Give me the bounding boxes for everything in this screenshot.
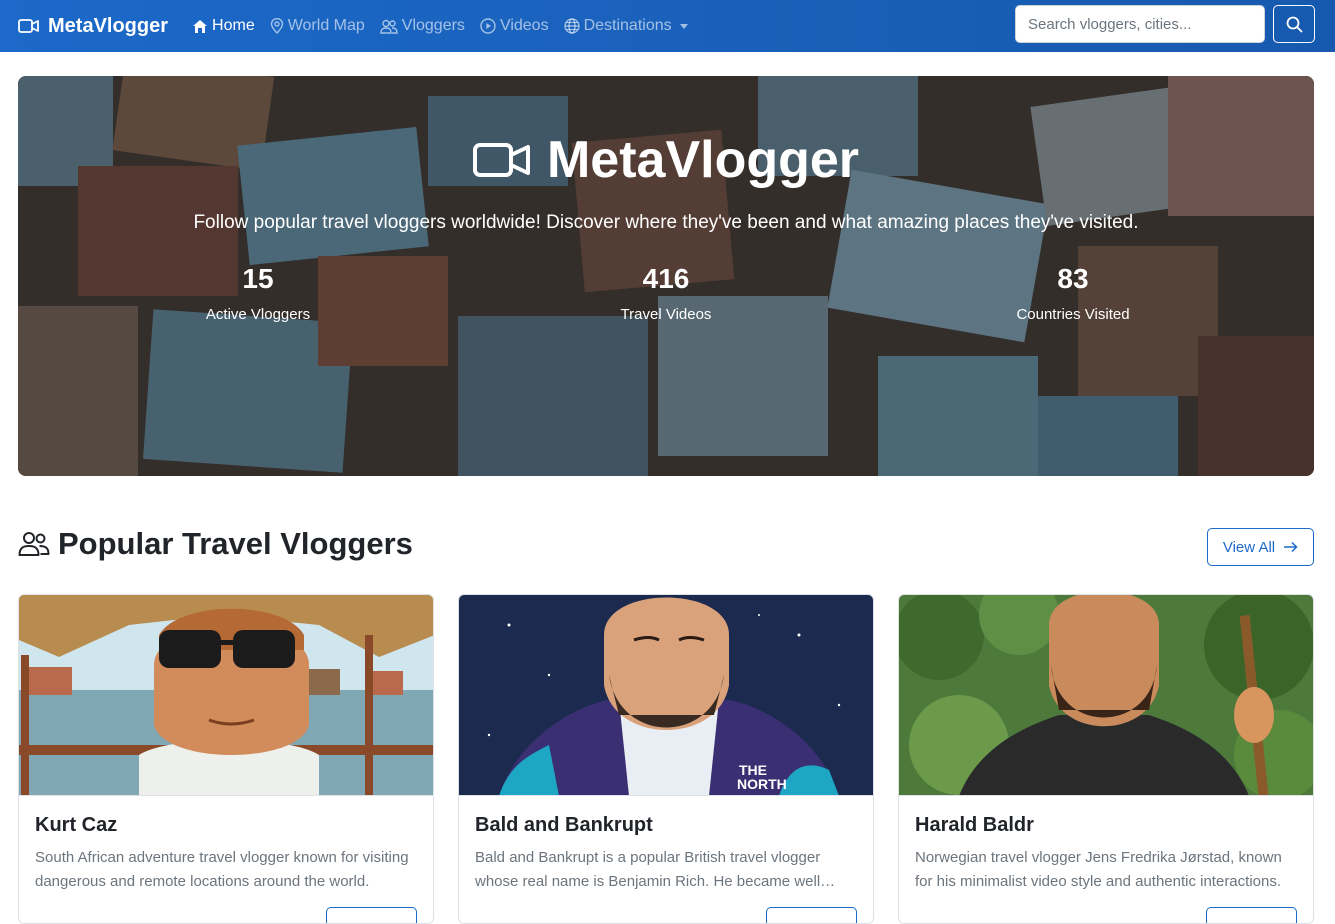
- hero-content: MetaVlogger Follow popular travel vlogge…: [18, 76, 1314, 476]
- nav-videos-label: Videos: [499, 17, 549, 34]
- vlogger-avatar-image: [19, 595, 433, 796]
- search-button[interactable]: [1273, 5, 1315, 43]
- nav-world-map-label: World Map: [287, 17, 365, 34]
- vlogger-description: Norwegian travel vlogger Jens Fredrika J…: [915, 849, 1282, 890]
- video-camera-icon: [472, 143, 530, 177]
- stat-label: Countries Visited: [1016, 306, 1130, 323]
- stat-countries-visited: 83 Countries Visited: [923, 262, 1223, 323]
- nav-home[interactable]: Home: [192, 17, 255, 35]
- card-body: Kurt Caz South African adventure travel …: [19, 796, 433, 910]
- vlogger-name: Bald and Bankrupt: [475, 814, 653, 836]
- view-all-label: View All: [1222, 538, 1276, 556]
- section-title-text: Popular Travel Vloggers: [58, 526, 413, 561]
- hero-title-text: MetaVlogger: [546, 131, 860, 189]
- card-body: Bald and Bankrupt Bald and Bankrupt is a…: [459, 796, 873, 910]
- view-all-button[interactable]: View All: [1207, 528, 1314, 566]
- card-body: Harald Baldr Norwegian travel vlogger Je…: [899, 796, 1313, 910]
- navbar: MetaVlogger Home World Map Vloggers Vide…: [0, 0, 1335, 52]
- card-button[interactable]: [766, 907, 857, 923]
- stat-label: Travel Videos: [620, 306, 712, 323]
- search-form: [1015, 5, 1315, 43]
- vlogger-avatar-image: THE NORTH: [459, 595, 873, 796]
- nav-destinations[interactable]: Destinations: [563, 17, 688, 35]
- nav-vloggers[interactable]: Vloggers: [380, 17, 465, 35]
- vlogger-name: Harald Baldr: [915, 814, 1034, 836]
- svg-text:NORTH: NORTH: [737, 776, 787, 792]
- chevron-down-icon: [679, 23, 688, 29]
- house-icon: [193, 19, 208, 33]
- people-icon: [18, 532, 50, 556]
- hero-subtitle: Follow popular travel vloggers worldwide…: [193, 212, 1139, 233]
- stat-travel-videos: 416 Travel Videos: [516, 262, 816, 323]
- card-button[interactable]: [326, 907, 417, 923]
- nav-world-map[interactable]: World Map: [270, 17, 365, 35]
- vlogger-card[interactable]: THE NORTH Bald and Bankrupt Bald and Ban…: [458, 594, 874, 924]
- search-input[interactable]: [1015, 5, 1265, 43]
- stat-active-vloggers: 15 Active Vloggers: [108, 262, 408, 323]
- search-icon: [1286, 16, 1302, 32]
- stat-value: 83: [1057, 263, 1089, 294]
- vlogger-avatar-image: [899, 595, 1313, 796]
- vlogger-card[interactable]: Kurt Caz South African adventure travel …: [18, 594, 434, 924]
- vlogger-description: Bald and Bankrupt is a popular British t…: [475, 849, 821, 890]
- stat-label: Active Vloggers: [205, 306, 311, 323]
- map-pin-icon: [270, 18, 283, 34]
- nav-videos[interactable]: Videos: [480, 17, 549, 35]
- card-button[interactable]: [1206, 907, 1297, 923]
- video-camera-icon: [18, 19, 39, 33]
- brand-name: MetaVlogger: [48, 14, 169, 37]
- hero-banner: MetaVlogger Follow popular travel vlogge…: [18, 76, 1314, 476]
- stat-value: 416: [642, 263, 690, 294]
- stat-value: 15: [242, 263, 274, 294]
- nav-home-label: Home: [212, 17, 255, 34]
- nav-vloggers-label: Vloggers: [401, 17, 465, 34]
- brand-logo[interactable]: MetaVlogger: [18, 15, 168, 38]
- nav-links: Home World Map Vloggers Videos Destinati…: [192, 17, 703, 35]
- vlogger-name: Kurt Caz: [35, 814, 118, 836]
- nav-destinations-label: Destinations: [583, 17, 672, 34]
- play-circle-icon: [480, 18, 496, 34]
- vlogger-description: South African adventure travel vlogger k…: [35, 849, 409, 890]
- hero-title: MetaVlogger: [18, 130, 1314, 190]
- arrow-right-icon: [1284, 541, 1298, 553]
- section-title: Popular Travel Vloggers: [18, 526, 413, 562]
- globe-icon: [563, 18, 580, 34]
- people-icon: [380, 19, 398, 34]
- vlogger-card[interactable]: Harald Baldr Norwegian travel vlogger Je…: [898, 594, 1314, 924]
